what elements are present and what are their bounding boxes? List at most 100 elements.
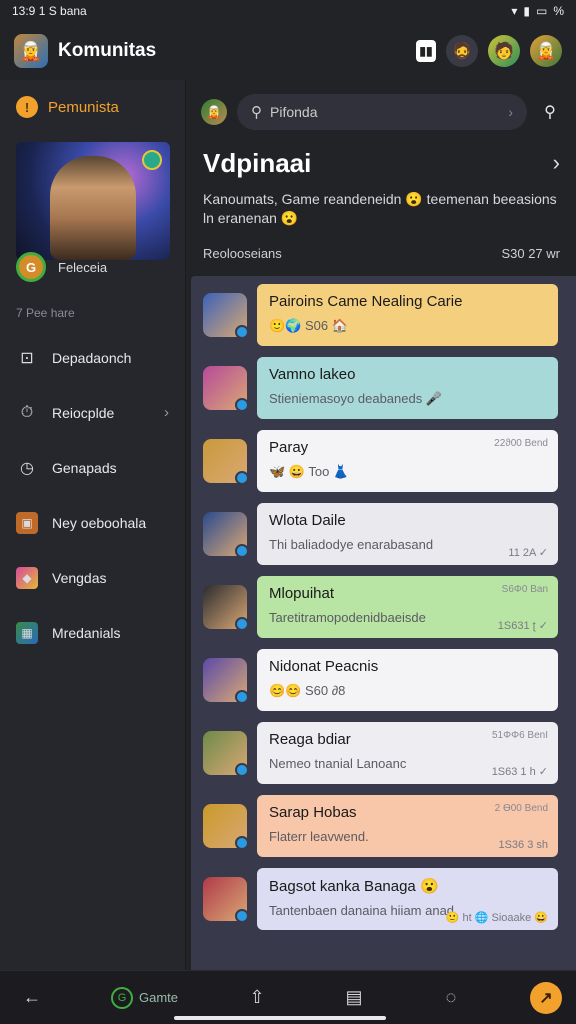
avatar[interactable] — [203, 439, 249, 485]
message-preview: 😊😊 S60 ∂8 — [269, 683, 346, 698]
sidebar-item-ney-oeboohala[interactable]: ▣ Ney oeboohala — [0, 495, 185, 550]
list-item[interactable]: Pairoins Came Nealing Carie 🙂🌍 S06 🏠 — [191, 282, 576, 348]
status-bar: 13:9 1 S bana ▾ ▮ ▭ % — [0, 0, 576, 22]
list-label: Reolooseians — [203, 246, 282, 261]
sidebar-item-label: Vengdas — [52, 569, 107, 586]
message-meta: 1S63 1 h ✓ — [491, 766, 548, 778]
sidebar-item-label: Depadaonch — [52, 349, 132, 366]
avatar[interactable] — [203, 658, 249, 704]
search-icon: ⚲ — [251, 104, 262, 121]
message-card[interactable]: Nidonat Peacnis 😊😊 S60 ∂8 — [257, 649, 558, 711]
message-preview: 🦋 😀 Too 👗 — [269, 464, 350, 479]
list-item[interactable]: Wlota Daile Thi baliadodye enarabasand 11 … — [191, 501, 576, 567]
avatar[interactable] — [203, 585, 249, 631]
message-title: Vamno lakeo — [269, 366, 356, 383]
message-preview: 🙂🌍 S06 🏠 — [269, 318, 348, 333]
compose-button[interactable]: ↗ — [529, 981, 562, 1014]
avatar[interactable] — [203, 804, 249, 850]
share-icon[interactable]: ⇧ — [239, 980, 275, 1016]
message-time: 51ΦΦ6 BenI — [492, 730, 548, 741]
status-time: 13:9 1 S bana — [12, 4, 87, 18]
sidebar-item-label: Mredanials — [52, 624, 121, 641]
online-status-icon — [235, 398, 249, 412]
friend-avatar-3[interactable]: 🧝 — [530, 35, 562, 67]
message-card[interactable]: Reaga bdiar Nemeo tnanial Lanoanc 51ΦΦ6 Be… — [257, 722, 558, 784]
user-avatar[interactable]: 🧝 — [201, 99, 227, 125]
page-title: Vdpinaai — [203, 147, 312, 178]
hero-image[interactable] — [16, 142, 170, 260]
avatar[interactable] — [203, 366, 249, 412]
back-icon[interactable]: ← — [14, 980, 50, 1016]
book-icon[interactable]: ▮▮ — [416, 40, 436, 62]
message-card[interactable]: Wlota Daile Thi baliadodye enarabasand 11 … — [257, 503, 558, 565]
online-status-icon — [235, 836, 249, 850]
home-indicator — [174, 1016, 386, 1020]
chevron-right-icon: › — [164, 404, 169, 421]
message-meta: 🙂 ht 🌐 Sioaake 😀 — [445, 912, 548, 924]
sidebar-item-mredanials[interactable]: ▦ Mredanials — [0, 605, 185, 660]
message-preview: Thi baliadodye enarabasand — [269, 537, 434, 552]
message-meta: 1S631 ʈ ✓ — [497, 620, 548, 632]
hero-caption: Feleceia — [58, 259, 108, 275]
message-meta: 11 2A ✓ — [508, 547, 548, 559]
message-preview: Stieniemasoyo deabaneds 🎤 — [269, 391, 443, 406]
wifi-icon: ▾ — [511, 4, 518, 18]
games-label: Gamte — [138, 990, 178, 1005]
conversation-list: Pairoins Came Nealing Carie 🙂🌍 S06 🏠 Vamno… — [191, 276, 576, 970]
online-status-icon — [235, 544, 249, 558]
list-item[interactable]: Nidonat Peacnis 😊😊 S60 ∂8 — [191, 647, 576, 713]
message-card[interactable]: Pairoins Came Nealing Carie 🙂🌍 S06 🏠 — [257, 284, 558, 346]
search-button[interactable]: ⚲ — [538, 100, 562, 124]
message-card[interactable]: Bagsot kanka Banaga 😮 Tantenbaen danaina … — [257, 868, 558, 930]
message-card[interactable]: Paray 🦋 😀 Too 👗 22ϑ00 Bend — [257, 430, 558, 492]
online-status-icon — [235, 617, 249, 631]
online-status-icon — [235, 763, 249, 777]
sidebar-item-depadaonch[interactable]: ⊡ Depadaonch — [0, 330, 185, 385]
games-icon: G — [110, 986, 133, 1009]
message-title: Nidonat Peacnis — [269, 658, 379, 675]
hero-character — [50, 156, 136, 260]
list-item[interactable]: Paray 🦋 😀 Too 👗 22ϑ00 Bend — [191, 428, 576, 494]
level-ring-icon: G — [16, 252, 46, 282]
avatar[interactable] — [203, 877, 249, 923]
search-input[interactable]: ⚲ Pifonda › — [237, 94, 527, 130]
sidebar-item-label: Reiocplde — [52, 404, 115, 421]
games-tab[interactable]: G Gamte — [110, 980, 178, 1016]
sidebar-item-label: Genapads — [52, 459, 117, 476]
signal-icon: ▮ — [523, 4, 530, 18]
friend-avatar-1[interactable]: 🧔 — [446, 35, 478, 67]
hero-badge-icon — [142, 150, 162, 170]
sidebar-title: Pemunista — [48, 98, 119, 116]
message-card[interactable]: Vamno lakeo Stieniemasoyo deabaneds 🎤 — [257, 357, 558, 419]
list-item[interactable]: Sarap Hobas Flaterr leavwend. 2 Ѳ00 Bend 1S… — [191, 793, 576, 859]
sidebar-header[interactable]: ! Pemunista — [0, 80, 185, 128]
page-heading[interactable]: Vdpinaai › — [187, 134, 576, 182]
chevron-right-icon: › — [552, 150, 560, 175]
message-card[interactable]: Mlopuihat Taretitramopodenidbaeisde S6Φ0 B… — [257, 576, 558, 638]
battery-icon: ▭ — [535, 4, 548, 18]
avatar[interactable] — [203, 731, 249, 777]
list-count: S30 27 wr — [501, 246, 560, 261]
avatar[interactable] — [203, 293, 249, 339]
sidebar-item-reiocplde[interactable]: ⏱ Reiocplde › — [0, 385, 185, 440]
message-time: 2 Ѳ00 Bend — [494, 803, 548, 814]
list-item[interactable]: Bagsot kanka Banaga 😮 Tantenbaen danaina … — [191, 866, 576, 932]
clipboard-icon[interactable]: ▤ — [336, 980, 372, 1016]
list-item[interactable]: Reaga bdiar Nemeo tnanial Lanoanc 51ΦΦ6 Be… — [191, 720, 576, 786]
map-icon: ▦ — [16, 621, 38, 644]
avatar[interactable] — [203, 512, 249, 558]
message-card[interactable]: Sarap Hobas Flaterr leavwend. 2 Ѳ00 Bend 1S… — [257, 795, 558, 857]
message-meta: 1S36 3 ѕh — [498, 839, 548, 851]
sidebar-item-genapads[interactable]: ◷ Genapads — [0, 440, 185, 495]
inbox-icon: ⊡ — [20, 349, 34, 367]
list-item[interactable]: Vamno lakeo Stieniemasoyo deabaneds 🎤 — [191, 355, 576, 421]
friend-avatar-2[interactable]: 🧑 — [488, 35, 520, 67]
sidebar-section-label: 7 Pee hare — [16, 306, 75, 320]
top-bar: 🧝 Komunitas ▮▮ 🧔 🧑 🧝 — [0, 22, 576, 80]
search-text: Pifonda — [270, 104, 318, 120]
sidebar-item-vengdas[interactable]: ◆ Vengdas — [0, 550, 185, 605]
list-item[interactable]: Mlopuihat Taretitramopodenidbaeisde S6Φ0 B… — [191, 574, 576, 640]
game-image-icon: ▣ — [16, 511, 38, 534]
app-avatar[interactable]: 🧝 — [14, 34, 48, 68]
chat-icon[interactable]: ◌ — [433, 980, 469, 1016]
